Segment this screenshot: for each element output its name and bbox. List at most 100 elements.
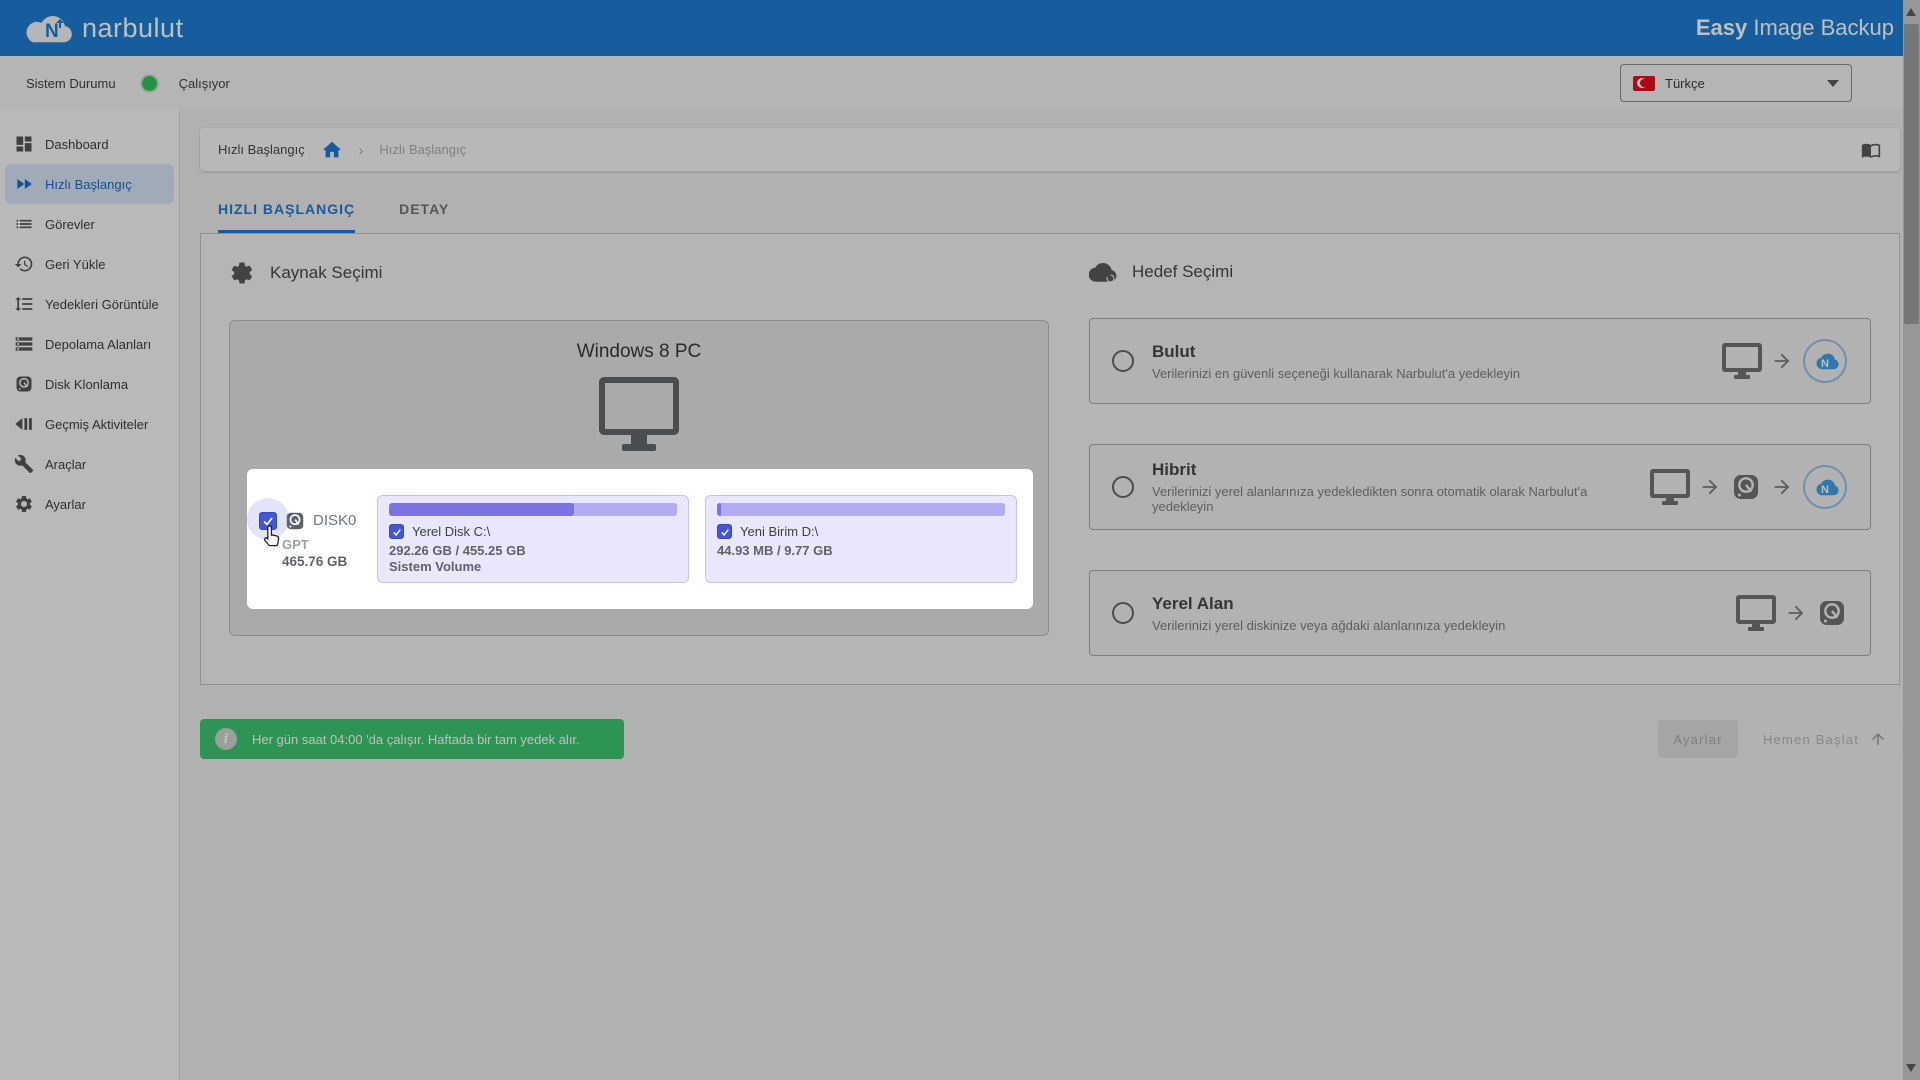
radio-button[interactable] (1112, 476, 1134, 498)
system-status-value: Çalışıyor (179, 76, 230, 91)
arrow-right-icon (1771, 476, 1793, 498)
partition-card-c[interactable]: Yerel Disk C:\ 292.26 GB / 455.25 GB Sis… (377, 495, 689, 583)
hard-disk-icon (14, 374, 34, 394)
disk-name: DISK0 (313, 512, 356, 529)
usage-bar-track (389, 503, 677, 516)
storage-icon (14, 334, 34, 354)
sidebar-item-settings[interactable]: Ayarlar (0, 484, 179, 524)
partition-card-d[interactable]: Yeni Birim D:\ 44.93 MB / 9.77 GB (705, 495, 1017, 583)
sidebar-item-tasks[interactable]: Görevler (0, 204, 179, 244)
system-status-label: Sistem Durumu (26, 76, 116, 91)
wrench-icon (14, 454, 34, 474)
pc-icon (1650, 469, 1690, 498)
partition-note: Sistem Volume (389, 559, 679, 574)
status-dot-green (142, 76, 157, 91)
mouse-cursor (261, 524, 285, 550)
disk-partition-table: GPT (282, 537, 363, 552)
rewind-bars-icon (14, 414, 34, 434)
scroll-up-arrow-icon[interactable] (1906, 8, 1916, 16)
settings-button[interactable]: Ayarlar (1658, 720, 1738, 758)
arrow-right-icon (1699, 476, 1721, 498)
partition-name: Yerel Disk C:\ (412, 524, 490, 539)
arrow-right-icon (1771, 350, 1793, 372)
tab-quick-start[interactable]: HIZLI BAŞLANGIÇ (218, 201, 355, 233)
fast-forward-icon (14, 174, 34, 194)
top-bar: N narbulut Easy Image Backup (0, 0, 1920, 56)
source-section: Kaynak Seçimi Windows 8 PC (229, 260, 1053, 658)
option-description: Verilerinizi en güvenli seçeneği kullana… (1152, 366, 1520, 381)
chevron-down-icon (1827, 80, 1839, 87)
partition-checkbox[interactable] (389, 524, 404, 539)
target-title: Hedef Seçimi (1132, 262, 1233, 282)
tab-detail[interactable]: DETAY (399, 201, 449, 233)
svg-text:N: N (1821, 358, 1829, 370)
scrollbar-thumb[interactable] (1904, 24, 1919, 324)
narbulut-cloud-icon: N (1802, 464, 1848, 510)
partition-usage: 292.26 GB / 455.25 GB (389, 543, 679, 558)
arrow-right-icon (1785, 602, 1807, 624)
scroll-down-arrow-icon[interactable] (1906, 1064, 1916, 1072)
restore-icon (14, 254, 34, 274)
breadcrumb-current: Hızlı Başlangıç (379, 142, 466, 157)
target-option-cloud[interactable]: Bulut Verilerinizi en güvenli seçeneği k… (1089, 318, 1871, 404)
turkish-flag-icon (1633, 76, 1655, 91)
book-icon[interactable] (1860, 140, 1882, 160)
target-section: Hedef Seçimi Bulut Verilerinizi en güven… (1089, 260, 1871, 658)
sidebar-item-dashboard[interactable]: Dashboard (0, 124, 179, 164)
sidebar-item-view-backups[interactable]: Yedekleri Görüntüle (0, 284, 179, 324)
start-now-button[interactable]: Hemen Başlat (1750, 720, 1900, 758)
status-bar: Sistem Durumu Çalışıyor Türkçe (0, 56, 1920, 110)
narbulut-cloud-icon: N (1802, 338, 1848, 384)
vertical-scrollbar[interactable] (1903, 0, 1920, 1080)
sidebar-item-tools[interactable]: Araçlar (0, 444, 179, 484)
usage-bar-fill (389, 503, 574, 516)
option-title: Yerel Alan (1152, 594, 1505, 614)
radio-button[interactable] (1112, 602, 1134, 624)
cloud-logo-icon: N (26, 10, 74, 46)
sidebar-item-disk-cloning[interactable]: Disk Klonlama (0, 364, 179, 404)
info-icon: i (215, 728, 237, 750)
machine-name: Windows 8 PC (230, 321, 1048, 363)
radio-button[interactable] (1112, 350, 1134, 372)
option-description: Verilerinizi yerel diskinize veya ağdaki… (1152, 618, 1505, 633)
dashboard-icon (14, 134, 34, 154)
partition-name: Yeni Birim D:\ (740, 524, 818, 539)
monitor-icon (599, 377, 679, 435)
quick-start-panel: Kaynak Seçimi Windows 8 PC (200, 233, 1900, 685)
source-title: Kaynak Seçimi (270, 263, 382, 283)
partition-list: Yerel Disk C:\ 292.26 GB / 455.25 GB Sis… (377, 495, 1017, 583)
option-description: Verilerinizi yerel alanlarınıza yedekled… (1152, 484, 1614, 514)
flow-icons (1736, 595, 1848, 632)
list-arrows-icon (14, 294, 34, 314)
flow-icons: N (1650, 464, 1848, 510)
hard-disk-icon (1816, 597, 1848, 629)
hard-disk-icon (1730, 471, 1762, 503)
target-option-local[interactable]: Yerel Alan Verilerinizi yerel diskinize … (1089, 570, 1871, 656)
narbulut-logo: N narbulut (26, 10, 184, 46)
cloud-sync-icon (1089, 260, 1117, 284)
gear-icon (229, 260, 255, 286)
sidebar-item-restore[interactable]: Geri Yükle (0, 244, 179, 284)
disk-row-spotlight: DISK0 GPT 465.76 GB (247, 469, 1033, 609)
sidebar-item-quick-start[interactable]: Hızlı Başlangıç (5, 164, 174, 204)
usage-bar-track (717, 503, 1005, 516)
pc-icon (1722, 343, 1762, 372)
footer-row: i Her gün saat 04:00 'da çalışır. Haftad… (200, 719, 1900, 759)
partition-checkbox[interactable] (717, 524, 732, 539)
breadcrumb: Hızlı Başlangıç › Hızlı Başlangıç (200, 128, 1900, 171)
sidebar-item-past-activities[interactable]: Geçmiş Aktiviteler (0, 404, 179, 444)
option-title: Bulut (1152, 342, 1520, 362)
flow-icons: N (1722, 338, 1848, 384)
home-icon[interactable] (321, 139, 343, 161)
target-option-hybrid[interactable]: Hibrit Verilerinizi yerel alanlarınıza y… (1089, 444, 1871, 530)
language-value: Türkçe (1665, 76, 1817, 91)
usage-bar-fill (717, 503, 721, 516)
language-dropdown[interactable]: Türkçe (1620, 64, 1852, 102)
machine-card: Windows 8 PC DISK0 (229, 320, 1049, 636)
disk-meta: DISK0 GPT 465.76 GB (259, 510, 363, 569)
sidebar: Dashboard Hızlı Başlangıç Görevler Geri … (0, 110, 180, 1080)
disk-size: 465.76 GB (282, 554, 363, 569)
brand-name: narbulut (82, 13, 184, 44)
breadcrumb-separator: › (359, 142, 364, 158)
sidebar-item-storage-areas[interactable]: Depolama Alanları (0, 324, 179, 364)
